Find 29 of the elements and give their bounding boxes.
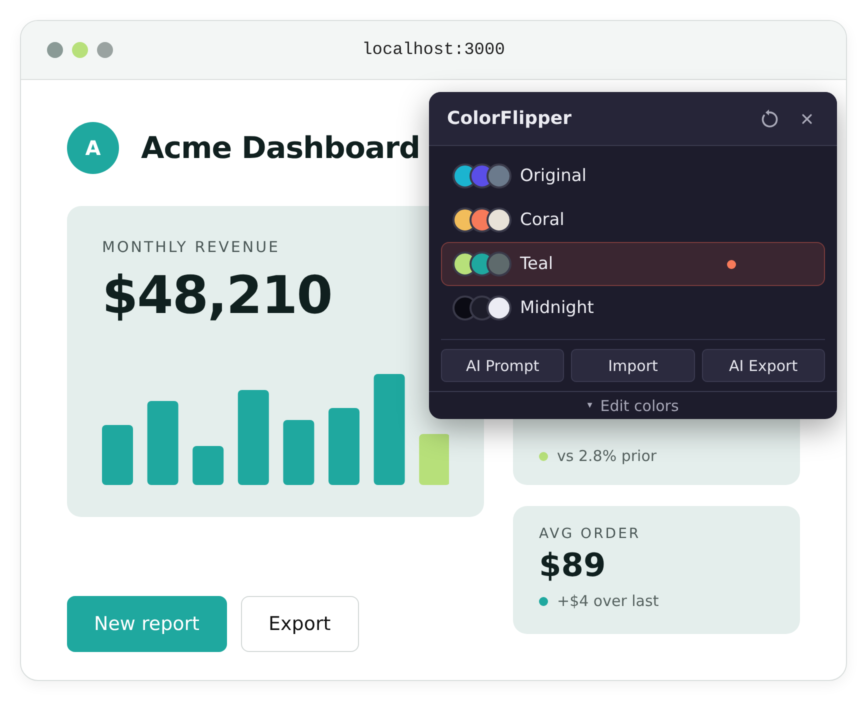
caret-icon[interactable]: ▾ bbox=[587, 400, 592, 411]
dashboard-title: Acme Dashboard bbox=[141, 130, 420, 166]
metric-note: +$4 over last bbox=[557, 592, 659, 610]
chart-bar bbox=[192, 446, 224, 485]
avatar: A bbox=[67, 122, 119, 174]
theme-option[interactable]: Coral bbox=[441, 198, 825, 242]
close-icon[interactable] bbox=[801, 112, 813, 124]
metric-value: $89 bbox=[539, 546, 607, 584]
export-button[interactable]: Export bbox=[240, 596, 359, 652]
window-control[interactable] bbox=[47, 42, 63, 58]
chart-bar bbox=[102, 425, 133, 485]
panel-title: ColorFlipper bbox=[447, 108, 572, 129]
address-text: localhost:3000 bbox=[362, 40, 505, 60]
panel-button[interactable]: Import bbox=[571, 349, 695, 382]
window-control[interactable] bbox=[72, 42, 88, 58]
edit-colors-toggle[interactable]: Edit colors bbox=[600, 396, 679, 414]
chart-bar bbox=[419, 434, 449, 485]
revenue-value: $48,210 bbox=[102, 266, 333, 326]
theme-option[interactable]: Midnight bbox=[441, 286, 825, 330]
window-control[interactable] bbox=[97, 42, 113, 58]
chart-bar bbox=[283, 420, 314, 485]
panel-button[interactable]: AI Export bbox=[702, 349, 825, 382]
panel-button[interactable]: AI Prompt bbox=[441, 349, 564, 382]
card-label: AVG ORDER bbox=[539, 526, 642, 542]
reset-icon[interactable] bbox=[759, 108, 779, 128]
card-label: MONTHLY REVENUE bbox=[102, 238, 282, 256]
theme-option[interactable]: Teal bbox=[441, 242, 825, 286]
metric-note: vs 2.8% prior bbox=[557, 447, 657, 465]
theme-option[interactable]: Original bbox=[441, 154, 825, 198]
